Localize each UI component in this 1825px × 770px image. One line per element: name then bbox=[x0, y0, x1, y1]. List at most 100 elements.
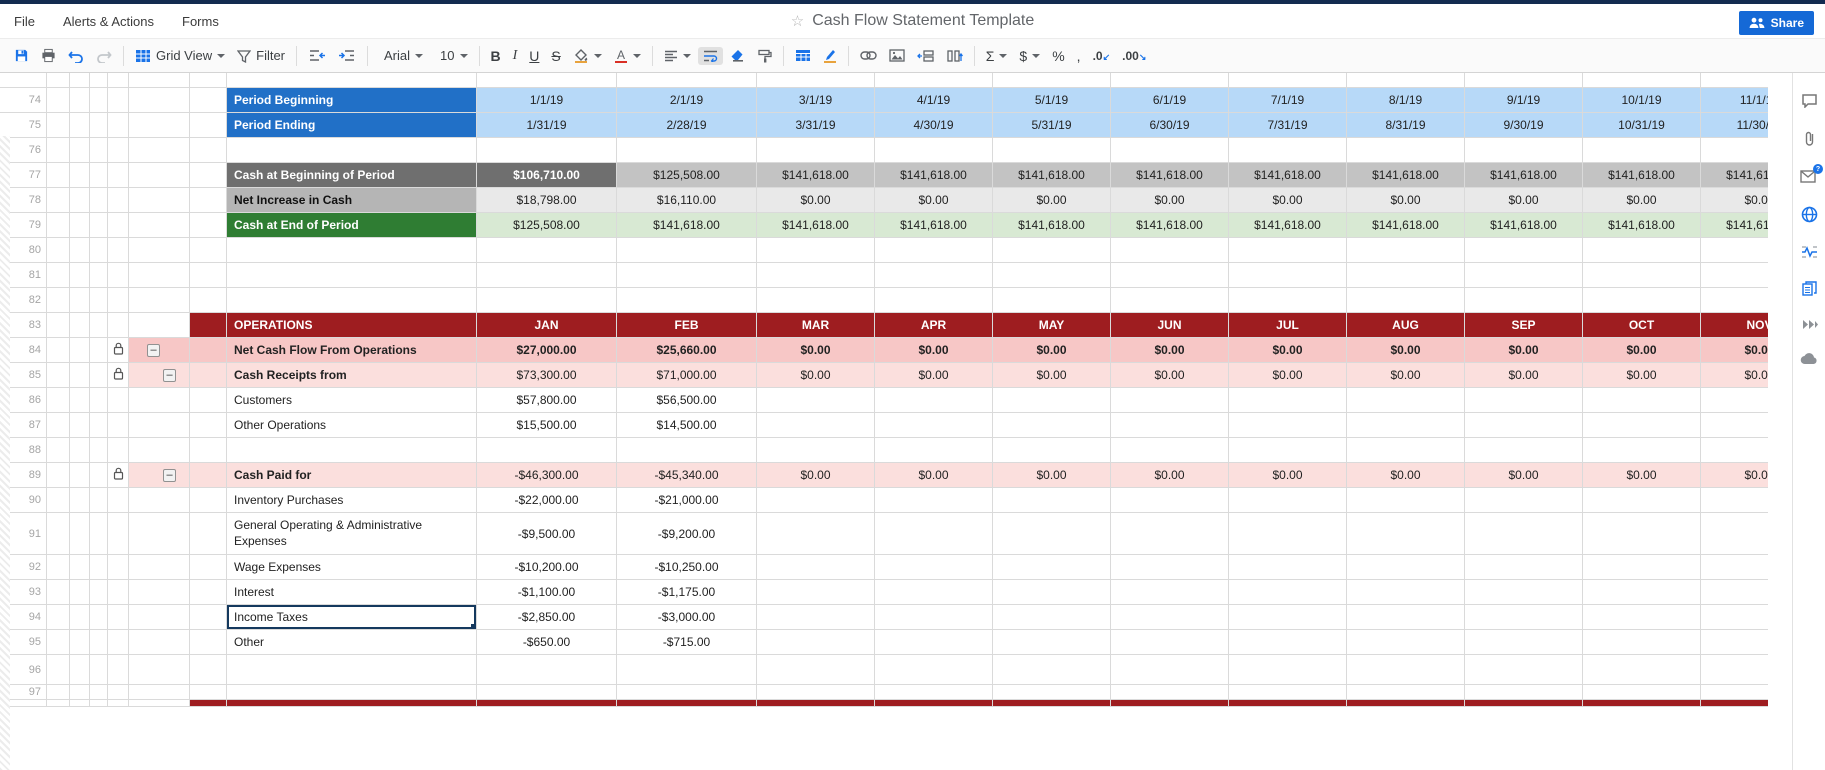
month-cell[interactable]: 3/31/19 bbox=[757, 113, 875, 137]
attachment-cell[interactable] bbox=[70, 138, 90, 162]
month-cell[interactable] bbox=[617, 438, 757, 462]
month-cell[interactable]: APR bbox=[875, 313, 993, 337]
comment-cell[interactable] bbox=[90, 513, 108, 554]
month-cell[interactable]: $0.00 bbox=[1229, 338, 1347, 362]
save-button[interactable] bbox=[9, 45, 34, 66]
text-color-button[interactable]: A bbox=[609, 45, 646, 66]
attachment-cell[interactable] bbox=[70, 655, 90, 684]
month-cell[interactable] bbox=[875, 685, 993, 699]
month-cell[interactable]: $0.00 bbox=[1229, 463, 1347, 487]
month-cell[interactable] bbox=[1347, 413, 1465, 437]
month-cell[interactable] bbox=[1111, 700, 1229, 706]
description-cell[interactable]: Income Taxes bbox=[227, 605, 477, 629]
month-cell[interactable] bbox=[1111, 413, 1229, 437]
month-cell[interactable] bbox=[1701, 263, 1768, 287]
month-cell[interactable]: $0.00 bbox=[1701, 463, 1768, 487]
month-cell[interactable] bbox=[1111, 388, 1229, 412]
comment-cell[interactable] bbox=[90, 73, 108, 87]
sheet-summary-icon[interactable] bbox=[1802, 281, 1817, 296]
description-cell[interactable] bbox=[227, 700, 477, 706]
month-cell[interactable] bbox=[1347, 655, 1465, 684]
month-cell[interactable]: $125,508.00 bbox=[617, 163, 757, 187]
month-cell[interactable] bbox=[1111, 555, 1229, 579]
month-cell[interactable]: $0.00 bbox=[1229, 363, 1347, 387]
italic-button[interactable]: I bbox=[508, 46, 523, 66]
month-cell[interactable] bbox=[1111, 73, 1229, 87]
comment-cell[interactable] bbox=[90, 138, 108, 162]
month-cell[interactable]: -$3,000.00 bbox=[617, 605, 757, 629]
month-cell[interactable]: -$21,000.00 bbox=[617, 488, 757, 512]
month-cell[interactable]: 11/30/19 bbox=[1701, 113, 1768, 137]
month-cell[interactable]: $141,618.00 bbox=[1347, 163, 1465, 187]
month-cell[interactable] bbox=[1465, 263, 1583, 287]
connections-icon[interactable] bbox=[1800, 353, 1818, 365]
month-cell[interactable]: 1/31/19 bbox=[477, 113, 617, 137]
comment-cell[interactable] bbox=[90, 163, 108, 187]
month-cell[interactable] bbox=[1701, 700, 1768, 706]
comment-cell[interactable] bbox=[90, 438, 108, 462]
month-cell[interactable]: FEB bbox=[617, 313, 757, 337]
month-cell[interactable]: 5/31/19 bbox=[993, 113, 1111, 137]
description-cell[interactable]: Inventory Purchases bbox=[227, 488, 477, 512]
attachments-icon[interactable] bbox=[1804, 130, 1815, 147]
month-cell[interactable]: 5/1/19 bbox=[993, 88, 1111, 112]
month-cell[interactable]: $0.00 bbox=[757, 463, 875, 487]
row-number[interactable]: 74 bbox=[0, 88, 47, 112]
month-cell[interactable]: $141,618.00 bbox=[1111, 213, 1229, 237]
month-cell[interactable] bbox=[1229, 555, 1347, 579]
month-cell[interactable] bbox=[1229, 488, 1347, 512]
month-cell[interactable] bbox=[1701, 388, 1768, 412]
indent-button[interactable] bbox=[333, 46, 361, 65]
month-cell[interactable]: $0.00 bbox=[1465, 338, 1583, 362]
month-cell[interactable]: -$9,200.00 bbox=[617, 513, 757, 554]
description-cell[interactable]: Net Increase in Cash bbox=[227, 188, 477, 212]
underline-button[interactable]: U bbox=[524, 46, 544, 66]
outdent-button[interactable] bbox=[303, 46, 331, 65]
description-cell[interactable]: Customers bbox=[227, 388, 477, 412]
month-cell[interactable]: $27,000.00 bbox=[477, 338, 617, 362]
month-cell[interactable] bbox=[1347, 555, 1465, 579]
row-number[interactable]: 75 bbox=[0, 113, 47, 137]
month-cell[interactable] bbox=[1229, 413, 1347, 437]
month-cell[interactable]: -$2,850.00 bbox=[477, 605, 617, 629]
month-cell[interactable]: $0.00 bbox=[1347, 363, 1465, 387]
month-cell[interactable]: $16,110.00 bbox=[617, 188, 757, 212]
month-cell[interactable] bbox=[1111, 630, 1229, 654]
month-cell[interactable] bbox=[1465, 388, 1583, 412]
month-cell[interactable] bbox=[757, 388, 875, 412]
month-cell[interactable] bbox=[1583, 138, 1701, 162]
filter-button[interactable]: Filter bbox=[232, 45, 290, 66]
link-button[interactable] bbox=[855, 48, 882, 63]
month-cell[interactable]: 4/30/19 bbox=[875, 113, 993, 137]
month-cell[interactable] bbox=[875, 580, 993, 604]
month-cell[interactable]: OCT bbox=[1583, 313, 1701, 337]
bold-button[interactable]: B bbox=[486, 46, 506, 66]
month-cell[interactable] bbox=[1347, 700, 1465, 706]
collapse-button[interactable]: – bbox=[163, 469, 176, 482]
month-cell[interactable]: $0.00 bbox=[1701, 188, 1768, 212]
description-cell[interactable]: Cash Receipts from bbox=[227, 363, 477, 387]
month-cell[interactable]: $0.00 bbox=[1583, 188, 1701, 212]
month-cell[interactable] bbox=[993, 655, 1111, 684]
month-cell[interactable] bbox=[993, 438, 1111, 462]
attachment-cell[interactable] bbox=[70, 238, 90, 262]
month-cell[interactable] bbox=[1229, 513, 1347, 554]
month-cell[interactable] bbox=[477, 263, 617, 287]
month-cell[interactable] bbox=[617, 288, 757, 312]
month-cell[interactable]: 9/1/19 bbox=[1465, 88, 1583, 112]
month-cell[interactable] bbox=[617, 73, 757, 87]
month-cell[interactable] bbox=[1229, 685, 1347, 699]
month-cell[interactable] bbox=[1229, 700, 1347, 706]
month-cell[interactable] bbox=[993, 73, 1111, 87]
month-cell[interactable] bbox=[1465, 413, 1583, 437]
month-cell[interactable]: $0.00 bbox=[757, 188, 875, 212]
month-cell[interactable] bbox=[1111, 138, 1229, 162]
comment-cell[interactable] bbox=[90, 88, 108, 112]
month-cell[interactable] bbox=[477, 238, 617, 262]
attachment-cell[interactable] bbox=[70, 700, 90, 706]
month-cell[interactable]: $0.00 bbox=[1465, 188, 1583, 212]
month-cell[interactable]: $15,500.00 bbox=[477, 413, 617, 437]
month-cell[interactable]: $25,660.00 bbox=[617, 338, 757, 362]
month-cell[interactable]: -$1,100.00 bbox=[477, 580, 617, 604]
month-cell[interactable] bbox=[1111, 438, 1229, 462]
